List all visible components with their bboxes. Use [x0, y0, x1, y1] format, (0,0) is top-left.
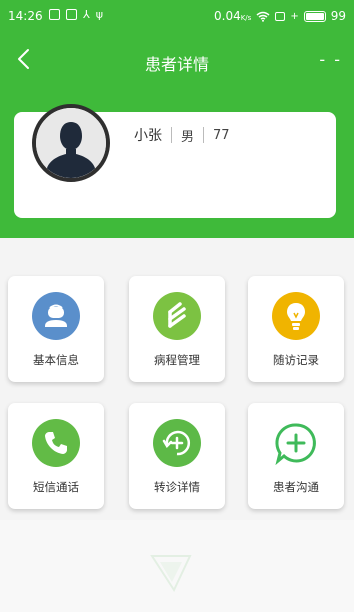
- tile-label: 患者沟通: [273, 480, 319, 494]
- transfer-icon: [153, 419, 201, 467]
- tile-referral-details[interactable]: 转诊详情: [129, 403, 225, 509]
- user-icon: [32, 292, 80, 340]
- patient-info-row: 小张 男 77: [134, 125, 230, 145]
- menu-grid: 基本信息 病程管理 随访记录 短信通话 转诊详情 患者沟通: [0, 238, 354, 520]
- status-bar: 14:26 ⅄ ψ 0.04K/s + 99: [0, 0, 354, 34]
- patient-gender: 男: [181, 129, 195, 145]
- tile-followup-records[interactable]: 随访记录: [248, 276, 344, 382]
- patient-avatar[interactable]: [32, 104, 110, 182]
- more-button[interactable]: - -: [319, 50, 342, 69]
- tile-label: 随访记录: [273, 353, 319, 367]
- avatar-placeholder: [36, 108, 106, 178]
- wifi-icon: [256, 11, 270, 22]
- tile-label: 基本信息: [33, 353, 79, 367]
- status-time: 14:26: [8, 9, 43, 23]
- phone-icon: [32, 419, 80, 467]
- app-notification-icon: [66, 9, 77, 20]
- info-divider: [171, 127, 172, 143]
- tile-disease-management[interactable]: 病程管理: [129, 276, 225, 382]
- info-divider: [203, 127, 205, 143]
- charging-icon: +: [290, 10, 299, 22]
- share-notification-icon: ⅄: [83, 8, 90, 21]
- data-speed: 0.04K/s: [214, 9, 252, 23]
- progress-icon: [153, 292, 201, 340]
- image-notification-icon: [49, 9, 60, 20]
- usb-notification-icon: ψ: [95, 8, 103, 21]
- person-silhouette-icon: [47, 122, 95, 178]
- lightbulb-icon: [272, 292, 320, 340]
- tile-label: 转诊详情: [154, 480, 200, 494]
- patient-age: 77: [213, 127, 230, 143]
- patient-name: 小张: [134, 128, 162, 144]
- status-right: 0.04K/s + 99: [214, 9, 346, 23]
- battery-icon: [303, 10, 326, 22]
- notification-icons: ⅄ ψ: [49, 8, 103, 21]
- tile-basic-info[interactable]: 基本信息: [8, 276, 104, 382]
- tile-patient-communication[interactable]: 患者沟通: [248, 403, 344, 509]
- page-title: 患者详情: [144, 55, 209, 74]
- screen-icon: [275, 11, 286, 21]
- navbar: 患者详情 - -: [0, 38, 354, 82]
- watermark-logo: [150, 555, 192, 593]
- tile-label: 病程管理: [154, 353, 200, 367]
- tile-label: 短信通话: [33, 480, 79, 494]
- battery-level: 99: [330, 9, 346, 23]
- chat-plus-icon: [272, 419, 320, 467]
- tile-sms-call[interactable]: 短信通话: [8, 403, 104, 509]
